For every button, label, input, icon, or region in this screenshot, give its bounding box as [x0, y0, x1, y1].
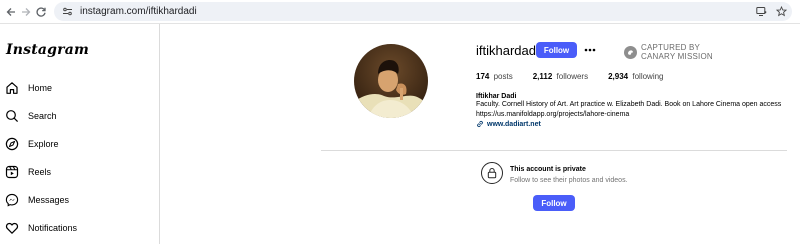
reload-icon[interactable] [33, 4, 49, 20]
followers-stat[interactable]: 2,112 followers [533, 72, 588, 81]
compass-icon [5, 137, 19, 151]
link-icon [476, 120, 484, 128]
profile-stats: 174 posts 2,112 followers 2,934 followin… [476, 72, 684, 81]
sidebar-item-explore[interactable]: Explore [4, 133, 154, 155]
follow-button[interactable]: Follow [536, 42, 577, 58]
instagram-logo[interactable]: Instagram [6, 42, 89, 58]
sidebar-item-search[interactable]: Search [4, 105, 154, 127]
watermark-line-2: CANARY MISSION [641, 52, 713, 61]
private-account-subtitle: Follow to see their photos and videos. [510, 177, 628, 184]
divider [321, 150, 787, 151]
profile-bio-url: https://us.manifoldapp.org/projects/laho… [476, 111, 630, 118]
more-options-icon[interactable] [583, 42, 597, 58]
site-settings-icon[interactable] [60, 5, 74, 19]
follow-button-secondary[interactable]: Follow [533, 195, 575, 211]
home-icon [5, 81, 19, 95]
following-count: 2,934 [608, 72, 629, 81]
url-text: instagram.com/iftikhardadi [80, 6, 197, 17]
following-label: following [632, 72, 664, 81]
bookmark-star-icon[interactable] [774, 4, 788, 18]
sidebar-item-label: Explore [28, 139, 59, 149]
profile-full-name: Iftikhar Dadi [476, 93, 517, 100]
sidebar-item-messages[interactable]: Messages [4, 189, 154, 211]
sidebar-item-label: Home [28, 83, 53, 93]
external-link-text: www.dadiart.net [487, 120, 541, 128]
sidebar-item-label: Notifications [28, 223, 78, 233]
reels-icon [5, 165, 19, 179]
forward-arrow-icon[interactable] [18, 4, 34, 20]
canary-mission-watermark: CAPTURED BY CANARY MISSION [624, 43, 713, 61]
sidebar-item-label: Messages [28, 195, 70, 205]
back-arrow-icon[interactable] [3, 4, 19, 20]
browser-toolbar: instagram.com/iftikhardadi [0, 0, 800, 24]
sidebar-item-reels[interactable]: Reels [4, 161, 154, 183]
profile-bio: Faculty. Cornell History of Art. Art pra… [476, 101, 782, 108]
followers-count: 2,112 [532, 72, 553, 81]
sidebar-item-label: Reels [28, 167, 52, 177]
sidebar: Instagram Home Search Explore Reels Mess… [0, 24, 160, 244]
external-link[interactable]: www.dadiart.net [476, 120, 541, 128]
messenger-icon [5, 193, 19, 207]
posts-count: 174 [476, 72, 490, 81]
profile-avatar[interactable] [354, 44, 428, 118]
canary-mission-logo-icon [624, 45, 637, 59]
lock-icon [481, 162, 503, 184]
posts-label: posts [493, 72, 513, 81]
heart-icon [5, 221, 19, 235]
search-icon [5, 109, 19, 123]
sidebar-item-home[interactable]: Home [4, 77, 154, 99]
private-account-title: This account is private [510, 166, 586, 173]
install-app-icon[interactable] [754, 4, 768, 18]
followers-label: followers [556, 72, 589, 81]
address-bar[interactable]: instagram.com/iftikhardadi [54, 2, 792, 21]
watermark-line-1: CAPTURED BY [641, 43, 701, 52]
sidebar-item-label: Search [28, 111, 57, 121]
following-stat[interactable]: 2,934 following [608, 72, 663, 81]
sidebar-item-notifications[interactable]: Notifications [4, 217, 154, 239]
posts-stat: 174 posts [476, 72, 513, 81]
profile-username: iftikhardadi [476, 43, 539, 58]
